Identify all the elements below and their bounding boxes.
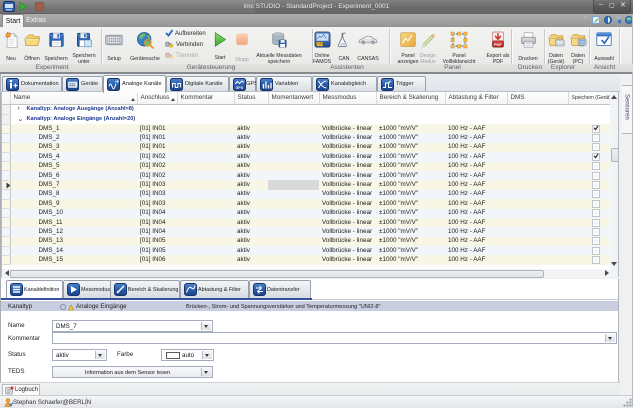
- svg-text:PDF: PDF: [494, 42, 503, 47]
- svg-text:GPS: GPS: [236, 86, 244, 90]
- svg-text:OFA: OFA: [317, 42, 324, 46]
